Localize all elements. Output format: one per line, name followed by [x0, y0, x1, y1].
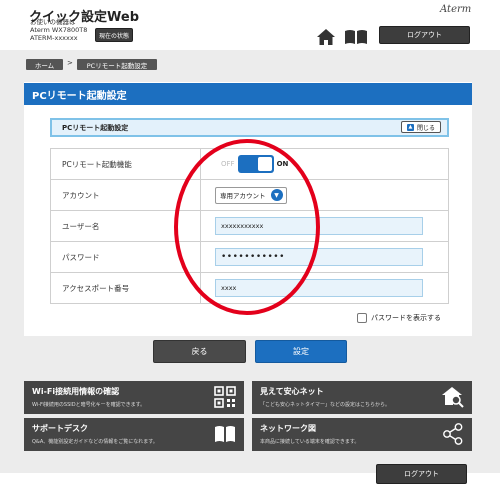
back-button[interactable]: 戻る: [153, 340, 246, 363]
header: クイック設定Web お使いの機器は Aterm WX7800T8 ATERM-x…: [0, 0, 500, 50]
tile-wifi-info[interactable]: Wi-Fi接続用情報の確認 Wi-Fi接続用のSSIDと暗号化キーを確認できます…: [24, 381, 244, 414]
device-name: ATERM-xxxxxx: [30, 34, 78, 42]
tile-title: 見えて安心ネット: [260, 387, 324, 396]
password-field[interactable]: •••••••••••: [215, 248, 423, 266]
breadcrumb-separator: >: [67, 59, 73, 67]
username-label: ユーザー名: [50, 210, 201, 242]
account-select[interactable]: 専用アカウント ▼: [215, 186, 287, 204]
form-row-function: PCリモート起動機能 OFF ON: [50, 148, 449, 180]
logout-button-bottom[interactable]: ログアウト: [376, 464, 467, 484]
tile-title: サポートデスク: [32, 424, 88, 433]
form-row-password: パスワード •••••••••••: [50, 241, 449, 273]
network-icon: [443, 423, 463, 445]
breadcrumb-home[interactable]: ホーム: [26, 59, 63, 70]
settings-form: PCリモート起動機能 OFF ON アカウント 専用アカウント ▼ ユーザー名 …: [50, 148, 449, 304]
breadcrumb-current: PCリモート起動設定: [77, 59, 157, 70]
port-label: アクセスポート番号: [50, 272, 201, 304]
account-selected-value: 専用アカウント: [220, 192, 266, 200]
tile-description: 「こども安心ネットタイマー」などの設定はこちらから。: [260, 402, 391, 408]
form-row-port: アクセスポート番号 xxxx: [50, 272, 449, 304]
book-icon: [215, 426, 235, 442]
account-label: アカウント: [50, 179, 201, 211]
section-title: PCリモート起動設定: [62, 123, 129, 132]
chevron-down-icon: ▼: [270, 189, 283, 201]
device-caption: お使いの機器は: [30, 18, 76, 26]
tile-description: Q&A、機能別設定ガイドなどの情報をご覧になれます。: [32, 439, 158, 445]
section-header: PCリモート起動設定: [50, 118, 449, 137]
tile-title: Wi-Fi接続用情報の確認: [32, 387, 120, 396]
collapse-label: 閉じる: [416, 124, 435, 132]
function-label: PCリモート起動機能: [50, 148, 201, 180]
tile-support-desk[interactable]: サポートデスク Q&A、機能別設定ガイドなどの情報をご覧になれます。: [24, 418, 244, 451]
logout-button[interactable]: ログアウト: [379, 26, 470, 44]
show-password-label: パスワードを表示する: [371, 314, 441, 322]
tile-description: 本商品に接続している端末を確認できます。: [260, 439, 360, 445]
form-row-username: ユーザー名 xxxxxxxxxxx: [50, 210, 449, 242]
tile-title: ネットワーク図: [260, 424, 316, 433]
tile-mieteanshin[interactable]: 見えて安心ネット 「こども安心ネットタイマー」などの設定はこちらから。: [252, 381, 472, 414]
current-status-button[interactable]: 現在の状態: [95, 28, 133, 42]
home-search-icon: [442, 387, 464, 408]
tile-description: Wi-Fi接続用のSSIDと暗号化キーを確認できます。: [32, 402, 146, 408]
device-model: Aterm WX7800T8: [30, 26, 88, 34]
form-row-account: アカウント 専用アカウント ▼: [50, 179, 449, 211]
show-password-checkbox[interactable]: [357, 313, 367, 323]
password-label: パスワード: [50, 241, 201, 273]
chevron-up-icon: ▲: [406, 123, 414, 131]
toggle-on-label: ON: [276, 160, 289, 168]
qr-code-icon: [214, 386, 236, 408]
home-icon[interactable]: [316, 28, 336, 46]
toggle-off-label: OFF: [221, 160, 235, 168]
brand-logo: Aterm: [440, 4, 472, 15]
show-password-option[interactable]: パスワードを表示する: [357, 313, 441, 323]
tile-network-map[interactable]: ネットワーク図 本商品に接続している端末を確認できます。: [252, 418, 472, 451]
function-toggle[interactable]: [237, 155, 274, 173]
book-icon[interactable]: [344, 29, 368, 45]
save-button[interactable]: 設定: [255, 340, 347, 363]
page-title: PCリモート起動設定: [24, 83, 472, 105]
username-field[interactable]: xxxxxxxxxxx: [215, 217, 423, 235]
port-field[interactable]: xxxx: [215, 279, 423, 297]
collapse-button[interactable]: ▲ 閉じる: [401, 121, 441, 133]
